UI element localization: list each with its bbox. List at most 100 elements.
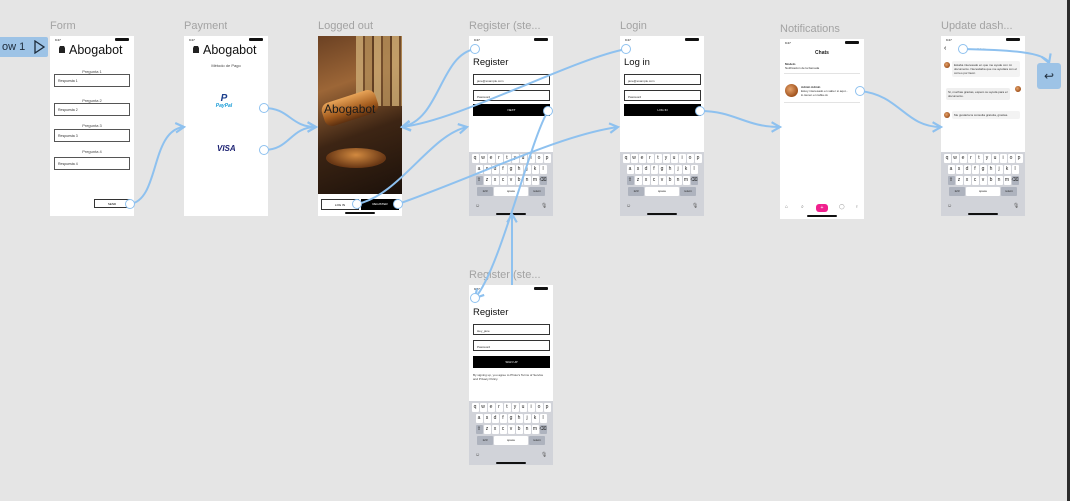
keyboard-row-4[interactable]: 123 space return [941, 187, 1025, 196]
frame-label-form[interactable]: Form [50, 20, 76, 32]
play-icon[interactable] [33, 40, 45, 54]
connection-node[interactable] [695, 106, 705, 116]
password-field[interactable]: Password [473, 90, 550, 101]
profile-icon[interactable]: ♀ [855, 204, 859, 210]
delete-key[interactable]: ⌫ [690, 176, 698, 185]
numbers-key[interactable]: 123 [477, 436, 493, 445]
key-p[interactable]: p [543, 403, 551, 412]
frame-label-update[interactable]: Update dash... [941, 20, 1025, 32]
key-p[interactable]: p [1015, 154, 1023, 163]
connection-node[interactable] [393, 199, 403, 209]
key-m[interactable]: m [682, 176, 690, 185]
numbers-key[interactable]: 123 [949, 187, 965, 196]
frame-form[interactable]: 9:27 Abogabot Pregunta 1 Respuesta 1 Pre… [50, 36, 134, 216]
key-x[interactable]: x [963, 176, 971, 185]
key-c[interactable]: c [499, 176, 507, 185]
key-j[interactable]: j [674, 165, 682, 174]
answer-field[interactable]: Respuesta 1 [54, 74, 130, 87]
key-y[interactable]: y [511, 154, 519, 163]
key-h[interactable]: h [666, 165, 674, 174]
key-e[interactable]: e [638, 154, 646, 163]
keyboard-row-1[interactable]: qwertyuiop [469, 154, 553, 163]
key-d[interactable]: d [491, 165, 499, 174]
key-q[interactable]: q [471, 403, 479, 412]
return-key[interactable]: return [1001, 187, 1017, 196]
email-field[interactable]: jane@example.com [624, 74, 701, 85]
keyboard[interactable]: qwertyuiop asdfghjkl ⇧ zxcvbnm ⌫ 123 spa… [469, 401, 553, 465]
key-f[interactable]: f [971, 165, 979, 174]
delete-key[interactable]: ⌫ [539, 425, 547, 434]
return-key[interactable]: return [680, 187, 696, 196]
numbers-key[interactable]: 123 [477, 187, 493, 196]
keyboard-row-1[interactable]: qwertyuiop [469, 403, 553, 412]
key-h[interactable]: h [515, 414, 523, 423]
key-u[interactable]: u [519, 403, 527, 412]
keyboard-row-3[interactable]: ⇧ zxcvbnm ⌫ [469, 425, 553, 434]
key-v[interactable]: v [979, 176, 987, 185]
back-arrow-icon[interactable]: ↩ [1037, 63, 1061, 89]
key-w[interactable]: w [479, 403, 487, 412]
key-d[interactable]: d [491, 414, 499, 423]
keyboard[interactable]: qwertyuiop asdfghjkl ⇧ zxcvbnm ⌫ 123 spa… [620, 152, 704, 216]
key-e[interactable]: e [487, 154, 495, 163]
space-key[interactable]: space [494, 436, 528, 445]
key-w[interactable]: w [951, 154, 959, 163]
frame-label-logged-out[interactable]: Logged out [318, 20, 373, 32]
key-r[interactable]: r [495, 154, 503, 163]
frame-label-payment[interactable]: Payment [184, 20, 227, 32]
connection-node[interactable] [125, 199, 135, 209]
answer-field[interactable]: Respuesta 3 [54, 129, 130, 142]
key-i[interactable]: i [678, 154, 686, 163]
key-o[interactable]: o [1007, 154, 1015, 163]
key-z[interactable]: z [483, 425, 491, 434]
key-t[interactable]: t [975, 154, 983, 163]
connection-node[interactable] [621, 44, 631, 54]
space-key[interactable]: space [966, 187, 1000, 196]
keyboard-letters[interactable]: zxcvbnm [634, 176, 690, 185]
key-w[interactable]: w [479, 154, 487, 163]
key-a[interactable]: a [947, 165, 955, 174]
key-f[interactable]: f [499, 165, 507, 174]
key-u[interactable]: u [519, 154, 527, 163]
keyboard-row-2[interactable]: asdfghjkl [469, 414, 553, 423]
key-y[interactable]: y [983, 154, 991, 163]
paypal-option[interactable]: P PayPal [212, 93, 236, 109]
key-f[interactable]: f [650, 165, 658, 174]
key-b[interactable]: b [666, 176, 674, 185]
key-k[interactable]: k [531, 414, 539, 423]
key-b[interactable]: b [515, 176, 523, 185]
key-r[interactable]: r [646, 154, 654, 163]
sign-up-button[interactable]: SIGN UP [473, 356, 550, 368]
emoji-icon[interactable]: ☺ [626, 203, 631, 209]
space-key[interactable]: space [494, 187, 528, 196]
key-d[interactable]: d [642, 165, 650, 174]
key-a[interactable]: a [475, 414, 483, 423]
connection-node[interactable] [543, 106, 553, 116]
key-g[interactable]: g [979, 165, 987, 174]
key-z[interactable]: z [955, 176, 963, 185]
search-icon[interactable]: ⌕ [801, 204, 804, 210]
return-key[interactable]: return [529, 436, 545, 445]
frame-label-register-1[interactable]: Register (ste... [469, 20, 553, 32]
keyboard-row-2[interactable]: asdfghjkl [941, 165, 1025, 174]
keyboard-row-4[interactable]: 123 space return [620, 187, 704, 196]
key-c[interactable]: c [971, 176, 979, 185]
key-x[interactable]: x [491, 176, 499, 185]
microphone-icon[interactable]: 🎙 [541, 203, 547, 209]
next-button[interactable]: NEXT [473, 104, 550, 116]
key-t[interactable]: t [503, 403, 511, 412]
key-x[interactable]: x [642, 176, 650, 185]
frame-update-dashboard[interactable]: 9:27 ‹ Admin Estaba interesado en que me… [941, 36, 1025, 216]
keyboard-row-1[interactable]: qwertyuiop [620, 154, 704, 163]
key-n[interactable]: n [523, 425, 531, 434]
key-i[interactable]: i [999, 154, 1007, 163]
key-o[interactable]: o [686, 154, 694, 163]
shift-key[interactable]: ⇧ [947, 176, 955, 185]
username-field[interactable]: Hey_jane [473, 324, 550, 335]
frame-register-step-1[interactable]: 9:27 Register jane@example.com Password … [469, 36, 553, 216]
answer-field[interactable]: Respuesta 2 [54, 103, 130, 116]
key-g[interactable]: g [658, 165, 666, 174]
key-r[interactable]: r [967, 154, 975, 163]
prototype-canvas[interactable]: ow 1 Form 9:27 Abogabot Pregunta 1 Respu… [0, 0, 1070, 501]
key-g[interactable]: g [507, 165, 515, 174]
